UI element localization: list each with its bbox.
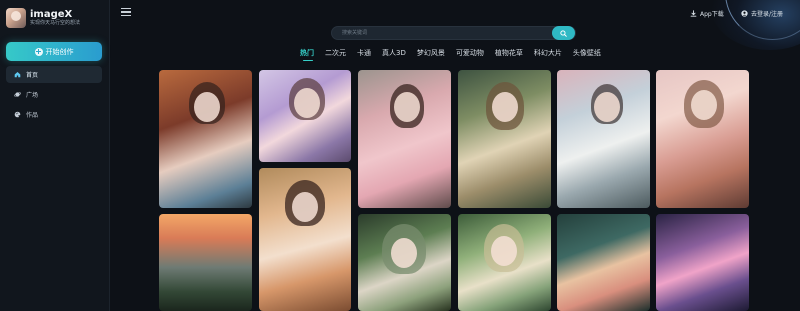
planet-icon — [14, 92, 21, 97]
search-button[interactable] — [552, 26, 575, 40]
tab-cartoon[interactable]: 卡通 — [357, 48, 371, 58]
gallery-image-card[interactable] — [458, 214, 551, 311]
download-icon — [690, 10, 697, 17]
hamburger-menu-icon[interactable] — [121, 8, 131, 16]
app-download-label: App下载 — [700, 11, 724, 18]
app-logo — [6, 8, 26, 28]
sidebar-item-label: 首页 — [26, 72, 39, 79]
user-icon — [741, 10, 748, 17]
search-bar — [331, 26, 576, 40]
sidebar-nav: 首页 广场 作品 — [6, 66, 102, 126]
image-gallery — [159, 68, 751, 311]
app-name: imageX — [30, 9, 73, 20]
gallery-image-card[interactable] — [259, 168, 351, 311]
sidebar-item-home[interactable]: 首页 — [6, 66, 102, 83]
app-download-link[interactable]: App下载 — [690, 9, 724, 18]
tab-hot[interactable]: 热门 — [300, 48, 314, 61]
gallery-image-card[interactable] — [557, 70, 650, 208]
search-icon — [560, 29, 567, 37]
gallery-image-card[interactable] — [458, 70, 551, 208]
tab-fantasy-landscape[interactable]: 梦幻风景 — [417, 48, 445, 58]
sidebar: imageX 实现你天马行空的想法 开始创作 首页 广场 作品 — [0, 0, 110, 311]
start-create-button[interactable]: 开始创作 — [6, 42, 102, 61]
gallery-image-card[interactable] — [259, 70, 351, 162]
tab-realistic-3d[interactable]: 真人3D — [382, 48, 406, 58]
tab-sci-fi[interactable]: 科幻大片 — [534, 48, 562, 58]
app-tagline: 实现你天马行空的想法 — [30, 20, 81, 26]
gallery-image-card[interactable] — [358, 70, 451, 208]
sidebar-item-works[interactable]: 作品 — [6, 106, 102, 123]
gallery-image-card[interactable] — [159, 214, 252, 311]
plus-circle-icon — [34, 47, 43, 56]
category-tabs: 热门 二次元 卡通 真人3D 梦幻风景 可爱动物 植物花草 科幻大片 头像壁纸 — [300, 48, 612, 61]
login-label: 去登录/注册 — [751, 11, 784, 18]
gallery-image-card[interactable] — [656, 214, 749, 311]
tab-avatar-wallpaper[interactable]: 头像壁纸 — [573, 48, 601, 58]
gallery-image-card[interactable] — [358, 214, 451, 311]
sidebar-item-plaza[interactable]: 广场 — [6, 86, 102, 103]
login-link[interactable]: 去登录/注册 — [741, 9, 783, 18]
gallery-image-card[interactable] — [159, 70, 252, 208]
palette-icon — [14, 111, 21, 118]
sidebar-item-label: 作品 — [26, 112, 39, 119]
tab-anime[interactable]: 二次元 — [325, 48, 346, 58]
tab-plants-flowers[interactable]: 植物花草 — [495, 48, 523, 58]
tab-cute-animals[interactable]: 可爱动物 — [456, 48, 484, 58]
gallery-image-card[interactable] — [557, 214, 650, 311]
search-input[interactable] — [332, 27, 552, 39]
sidebar-item-label: 广场 — [26, 92, 39, 99]
home-icon — [14, 72, 21, 78]
brand[interactable]: imageX 实现你天马行空的想法 — [6, 8, 80, 28]
gallery-image-card[interactable] — [656, 70, 749, 208]
start-create-label: 开始创作 — [45, 47, 74, 56]
